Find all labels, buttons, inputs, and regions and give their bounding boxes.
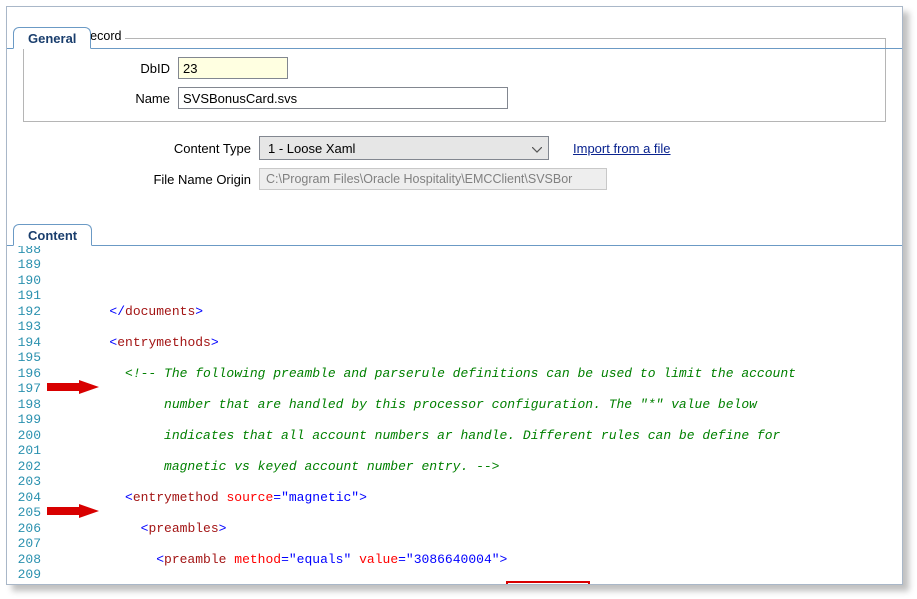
import-from-file-link[interactable]: Import from a file xyxy=(573,141,671,156)
callout-arrow-1 xyxy=(47,349,91,363)
config-window: General Current Record DbID Name Content… xyxy=(6,6,903,585)
name-label: Name xyxy=(38,91,178,106)
content-panel: Content 18718818919019119219319419519619… xyxy=(7,225,902,585)
file-name-origin-row: File Name Origin xyxy=(19,168,890,190)
code-editor[interactable]: </documents> <entrymethods> <!-- The fol… xyxy=(47,225,902,585)
content-type-label: Content Type xyxy=(19,141,259,156)
dbid-label: DbID xyxy=(38,61,178,76)
callout-arrow-2 xyxy=(47,473,91,487)
dbid-input[interactable] xyxy=(178,57,288,79)
file-name-origin-input xyxy=(259,168,607,190)
tab-general[interactable]: General xyxy=(13,27,91,49)
name-row: Name xyxy=(38,87,871,109)
general-panel: General Current Record DbID Name Content… xyxy=(7,28,902,204)
general-body: Current Record DbID Name Content Type 1 … xyxy=(7,28,902,204)
general-tabstrip-divider xyxy=(7,48,902,49)
current-record-fieldset: Current Record DbID Name xyxy=(23,38,886,122)
content-tabstrip-divider xyxy=(7,245,902,246)
name-input[interactable] xyxy=(178,87,508,109)
code-area: 1871881891901911921931941951961971981992… xyxy=(7,225,902,585)
dbid-row: DbID xyxy=(38,57,871,79)
content-type-row: Content Type 1 - Loose Xaml Import from … xyxy=(19,136,890,160)
content-type-selected-text: 1 - Loose Xaml xyxy=(268,141,526,156)
tab-content[interactable]: Content xyxy=(13,224,92,246)
code-gutter: 1871881891901911921931941951961971981992… xyxy=(7,225,47,585)
file-name-origin-label: File Name Origin xyxy=(19,172,259,187)
chevron-down-icon xyxy=(526,141,548,156)
content-type-select[interactable]: 1 - Loose Xaml xyxy=(259,136,549,160)
